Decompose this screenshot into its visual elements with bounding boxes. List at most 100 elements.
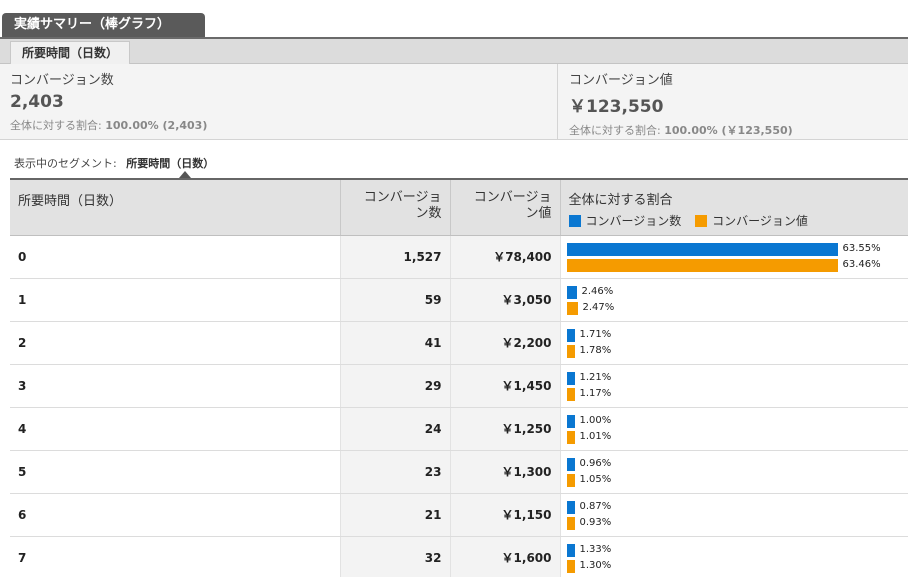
bar-label-value: 1.30%	[579, 559, 612, 571]
bar-row-count: 1.21%	[566, 371, 908, 385]
metric-label: コンバージョン値	[569, 73, 673, 88]
table-row: 1 59 ￥3,050 2.46% 2.47%	[10, 278, 908, 322]
bar-row-count: 1.00%	[566, 414, 908, 428]
tab-time-to-conversion[interactable]: 所要時間（日数）	[10, 41, 131, 64]
cell-conversion-value: ￥1,600	[450, 536, 561, 577]
bar-row-value: 0.93%	[566, 516, 908, 530]
bar-label-value: 1.01%	[579, 430, 612, 442]
bar-label-value: 1.17%	[579, 387, 612, 399]
bar-row-count: 63.55%	[566, 242, 908, 256]
bar-row-value: 1.30%	[566, 559, 908, 573]
bar-row-value: 1.17%	[566, 387, 908, 401]
cell-share-bars: 1.71% 1.78%	[560, 321, 908, 365]
metric-label: コンバージョン数	[10, 73, 114, 88]
bar-label-count: 0.87%	[579, 500, 612, 512]
segment-caret-icon	[179, 171, 191, 178]
header-line: ン値	[525, 206, 552, 221]
cell-share-bars: 63.55% 63.46%	[560, 235, 908, 279]
cell-conversion-value: ￥2,200	[450, 321, 561, 365]
bar-label-value: 2.47%	[582, 301, 615, 313]
bar-label-count: 1.33%	[579, 543, 612, 555]
bar-label-count: 0.96%	[579, 457, 612, 469]
header-line: コンバージョ	[473, 190, 552, 205]
legend-label: コンバージョン値	[712, 214, 808, 228]
cell-dimension: 1	[10, 278, 341, 322]
conversion-table: 所要時間（日数） コンバージョ ン数 コンバージョ ン値 全体に対する割合 コン…	[10, 178, 908, 577]
bar-conversion-count	[566, 328, 575, 342]
bar-row-count: 1.33%	[566, 543, 908, 557]
cell-dimension: 4	[10, 407, 341, 451]
metric-share-prefix: 全体に対する割合:	[10, 119, 102, 132]
cell-dimension: 3	[10, 364, 341, 408]
column-header-share: 全体に対する割合 コンバージョン数 コンバージョン値	[560, 178, 908, 236]
metric-share-prefix: 全体に対する割合:	[569, 124, 661, 137]
cell-conversion-value: ￥1,150	[450, 493, 561, 537]
bar-conversion-count	[566, 543, 575, 557]
bar-row-count: 0.96%	[566, 457, 908, 471]
cell-conversion-value: ￥78,400	[450, 235, 561, 279]
bar-row-value: 63.46%	[566, 258, 908, 272]
bar-conversion-count	[566, 285, 577, 299]
table-row: 4 24 ￥1,250 1.00% 1.01%	[10, 407, 908, 451]
table-row: 5 23 ￥1,300 0.96% 1.05%	[10, 450, 908, 494]
bar-row-value: 1.01%	[566, 430, 908, 444]
table-header-row: 所要時間（日数） コンバージョ ン数 コンバージョ ン値 全体に対する割合 コン…	[10, 178, 908, 236]
cell-conversion-count: 23	[340, 450, 451, 494]
column-header-dimension[interactable]: 所要時間（日数）	[10, 178, 341, 236]
bar-conversion-value	[566, 473, 575, 487]
bar-label-count: 1.21%	[579, 371, 612, 383]
cell-share-bars: 1.33% 1.30%	[560, 536, 908, 577]
metric-conversion-value: コンバージョン値 ￥123,550 全体に対する割合: 100.00% (￥12…	[569, 69, 793, 138]
metric-value: 2,403	[10, 92, 64, 112]
column-header-conversion-count[interactable]: コンバージョ ン数	[340, 178, 451, 236]
cell-share-bars: 0.96% 1.05%	[560, 450, 908, 494]
cell-conversion-value: ￥1,450	[450, 364, 561, 408]
metric-share: 全体に対する割合: 100.00% (￥123,550)	[569, 122, 793, 138]
segment-value[interactable]: 所要時間（日数）	[126, 157, 214, 170]
summary-panel: コンバージョン数 2,403 全体に対する割合: 100.00% (2,403)…	[0, 64, 908, 140]
cell-conversion-count: 1,527	[340, 235, 451, 279]
cell-conversion-count: 29	[340, 364, 451, 408]
legend-swatch-value	[695, 215, 708, 227]
column-header-conversion-value[interactable]: コンバージョ ン値	[450, 178, 561, 236]
share-header-title: 全体に対する割合	[568, 193, 673, 208]
legend-label: コンバージョン数	[585, 214, 682, 228]
segment-indicator: 表示中のセグメント: 所要時間（日数）	[14, 155, 214, 171]
bar-row-count: 1.71%	[566, 328, 908, 342]
bar-label-count: 1.71%	[579, 328, 612, 340]
bar-label-value: 0.93%	[579, 516, 612, 528]
bar-conversion-count	[566, 414, 575, 428]
summary-divider	[557, 64, 558, 140]
cell-share-bars: 0.87% 0.93%	[560, 493, 908, 537]
bar-conversion-count	[566, 500, 575, 514]
cell-dimension: 2	[10, 321, 341, 365]
cell-conversion-value: ￥1,250	[450, 407, 561, 451]
bar-label-value: 1.05%	[579, 473, 612, 485]
table-row: 0 1,527 ￥78,400 63.55% 63.46%	[10, 235, 908, 279]
bar-row-value: 1.05%	[566, 473, 908, 487]
cell-dimension: 7	[10, 536, 341, 577]
table-row: 3 29 ￥1,450 1.21% 1.17%	[10, 364, 908, 408]
cell-share-bars: 1.00% 1.01%	[560, 407, 908, 451]
bar-label-value: 63.46%	[842, 258, 881, 270]
header-line: コンバージョ	[363, 190, 442, 205]
subtab-bar: 所要時間（日数）	[0, 39, 908, 64]
metric-value: ￥123,550	[569, 97, 664, 117]
bar-conversion-value	[566, 387, 575, 401]
bar-row-count: 0.87%	[566, 500, 908, 514]
metric-share: 全体に対する割合: 100.00% (2,403)	[10, 117, 207, 133]
bar-row-value: 2.47%	[566, 301, 908, 315]
cell-dimension: 6	[10, 493, 341, 537]
report-title-tab[interactable]: 実績サマリー（棒グラフ）	[2, 13, 205, 37]
cell-conversion-count: 32	[340, 536, 451, 577]
bar-conversion-value	[566, 516, 575, 530]
table-row: 6 21 ￥1,150 0.87% 0.93%	[10, 493, 908, 537]
bar-label-value: 1.78%	[579, 344, 612, 356]
cell-conversion-value: ￥3,050	[450, 278, 561, 322]
bar-conversion-value	[566, 301, 578, 315]
cell-conversion-count: 21	[340, 493, 451, 537]
segment-label: 表示中のセグメント:	[14, 157, 117, 170]
cell-dimension: 5	[10, 450, 341, 494]
metric-share-value: 100.00% (￥123,550)	[664, 124, 793, 137]
cell-dimension: 0	[10, 235, 341, 279]
